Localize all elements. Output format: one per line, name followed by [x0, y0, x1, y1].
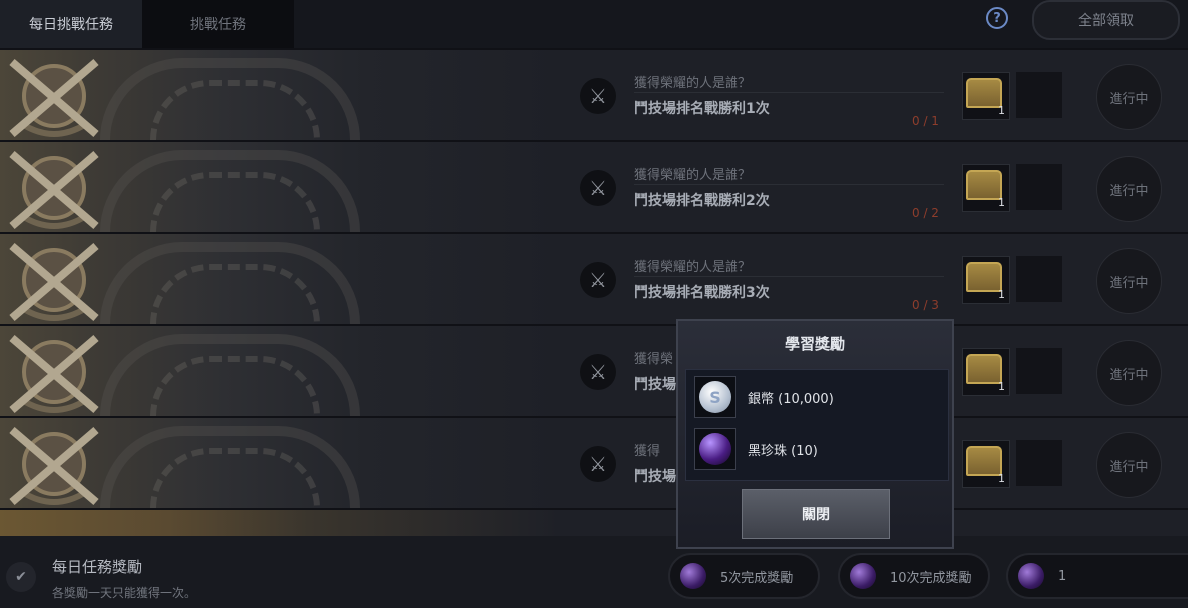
reward-count: 1	[998, 104, 1005, 117]
quest-list: ⚔ 獲得榮耀的人是誰？ 鬥技場排名戰勝利1次 0 / 1 1 進行中 ⚔ 獲得榮…	[0, 48, 1188, 536]
dialog-title: 學習獎勵	[784, 335, 845, 353]
daily-reward-footer: ✔ 每日任務獎勵 各獎勵一天只能獲得一次。 5次完成獎勵 10次完成獎勵 1	[0, 536, 1188, 608]
treasure-chest-icon	[966, 354, 1002, 384]
crossed-swords-emblem-icon	[9, 58, 99, 138]
quest-subtitle: 獲得榮耀的人是誰？	[634, 76, 752, 91]
quest-row: ⚔ 獲得榮 鬥技場 1 進行中	[0, 324, 1188, 416]
milestone-label: 1	[1058, 568, 1067, 584]
quest-row: ⚔ 獲得榮耀的人是誰？ 鬥技場排名戰勝利2次 0 / 2 1 進行中	[0, 140, 1188, 232]
reward-name: 黑珍珠 (10)	[748, 444, 818, 459]
quest-row: ⚔ 獲得榮耀的人是誰？ 鬥技場排名戰勝利1次 0 / 1 1 進行中	[0, 48, 1188, 140]
reward-name: 銀幣 (10,000)	[748, 392, 834, 407]
quest-subtitle: 獲得	[634, 444, 661, 459]
milestone-5-button[interactable]: 5次完成獎勵	[668, 553, 820, 599]
reward-icon-frame	[694, 428, 736, 470]
quest-title: 鬥技場	[634, 377, 676, 393]
crossed-swords-icon: ⚔	[580, 354, 616, 390]
footer-title: 每日任務獎勵	[52, 558, 143, 576]
quest-banner-image	[0, 234, 560, 324]
learning-reward-dialog: 學習獎勵 S 銀幣 (10,000) 黑珍珠 (10) 關閉	[676, 319, 954, 549]
quest-progress: 0 / 1	[912, 114, 939, 128]
quest-banner-image	[0, 142, 560, 232]
reward-icon-frame: S	[694, 376, 736, 418]
quest-subtitle: 獲得榮耀的人是誰？	[634, 168, 752, 183]
quest-row-partial	[0, 508, 1188, 536]
tab-daily-challenge[interactable]: 每日挑戰任務	[0, 0, 142, 48]
close-button[interactable]: 關閉	[742, 489, 890, 539]
quest-banner-image	[0, 326, 560, 416]
divider	[634, 276, 944, 277]
crossed-swords-emblem-icon	[9, 242, 99, 322]
quest-progress: 0 / 3	[912, 298, 939, 312]
claim-all-button[interactable]: 全部領取	[1032, 0, 1180, 40]
quest-banner-image	[0, 50, 560, 140]
empty-reward-slot	[1016, 164, 1062, 210]
in-progress-button[interactable]: 進行中	[1096, 156, 1162, 222]
in-progress-button[interactable]: 進行中	[1096, 64, 1162, 130]
treasure-chest-icon	[966, 446, 1002, 476]
silver-coin-icon: S	[699, 381, 731, 413]
checklist-icon: ✔	[6, 562, 36, 592]
reward-item: 黑珍珠 (10)	[694, 428, 934, 470]
crossed-swords-icon: ⚔	[580, 262, 616, 298]
quest-row: ⚔ 獲得榮耀的人是誰？ 鬥技場排名戰勝利3次 0 / 3 1 進行中	[0, 232, 1188, 324]
divider	[634, 92, 944, 93]
quest-title: 鬥技場排名戰勝利2次	[634, 193, 770, 209]
quest-banner-image	[0, 510, 560, 536]
tab-bar: 每日挑戰任務 挑戰任務	[0, 0, 294, 48]
milestone-label: 10次完成獎勵	[890, 570, 972, 586]
black-pearl-icon	[680, 563, 706, 589]
reward-item: S 銀幣 (10,000)	[694, 376, 934, 418]
black-pearl-icon	[699, 433, 731, 465]
quest-title: 鬥技場	[634, 469, 676, 485]
milestone-label: 5次完成獎勵	[720, 570, 794, 586]
reward-count: 1	[998, 196, 1005, 209]
treasure-chest-icon	[966, 78, 1002, 108]
quest-progress: 0 / 2	[912, 206, 939, 220]
reward-count: 1	[998, 288, 1005, 301]
question-circle-icon[interactable]: ?	[986, 7, 1008, 29]
black-pearl-icon	[850, 563, 876, 589]
in-progress-button[interactable]: 進行中	[1096, 340, 1162, 406]
crossed-swords-icon: ⚔	[580, 446, 616, 482]
reward-list: S 銀幣 (10,000) 黑珍珠 (10)	[685, 369, 949, 481]
empty-reward-slot	[1016, 348, 1062, 394]
divider	[634, 184, 944, 185]
footer-subtitle: 各獎勵一天只能獲得一次。	[52, 586, 197, 600]
reward-count: 1	[998, 472, 1005, 485]
crossed-swords-emblem-icon	[9, 150, 99, 230]
quest-title: 鬥技場排名戰勝利3次	[634, 285, 770, 301]
black-pearl-icon	[1018, 563, 1044, 589]
quest-banner-image	[0, 418, 560, 508]
reward-count: 1	[998, 380, 1005, 393]
crossed-swords-icon: ⚔	[580, 78, 616, 114]
in-progress-button[interactable]: 進行中	[1096, 248, 1162, 314]
empty-reward-slot	[1016, 440, 1062, 486]
quest-row: ⚔ 獲得 鬥技場 1 進行中	[0, 416, 1188, 508]
tab-challenge[interactable]: 挑戰任務	[142, 0, 294, 48]
empty-reward-slot	[1016, 72, 1062, 118]
quest-subtitle: 獲得榮耀的人是誰？	[634, 260, 752, 275]
milestone-10-button[interactable]: 10次完成獎勵	[838, 553, 990, 599]
treasure-chest-icon	[966, 170, 1002, 200]
crossed-swords-emblem-icon	[9, 426, 99, 506]
milestone-next-button[interactable]: 1	[1006, 553, 1188, 599]
crossed-swords-emblem-icon	[9, 334, 99, 414]
in-progress-button[interactable]: 進行中	[1096, 432, 1162, 498]
crossed-swords-icon: ⚔	[580, 170, 616, 206]
treasure-chest-icon	[966, 262, 1002, 292]
quest-subtitle: 獲得榮	[634, 352, 674, 367]
empty-reward-slot	[1016, 256, 1062, 302]
quest-title: 鬥技場排名戰勝利1次	[634, 101, 770, 117]
